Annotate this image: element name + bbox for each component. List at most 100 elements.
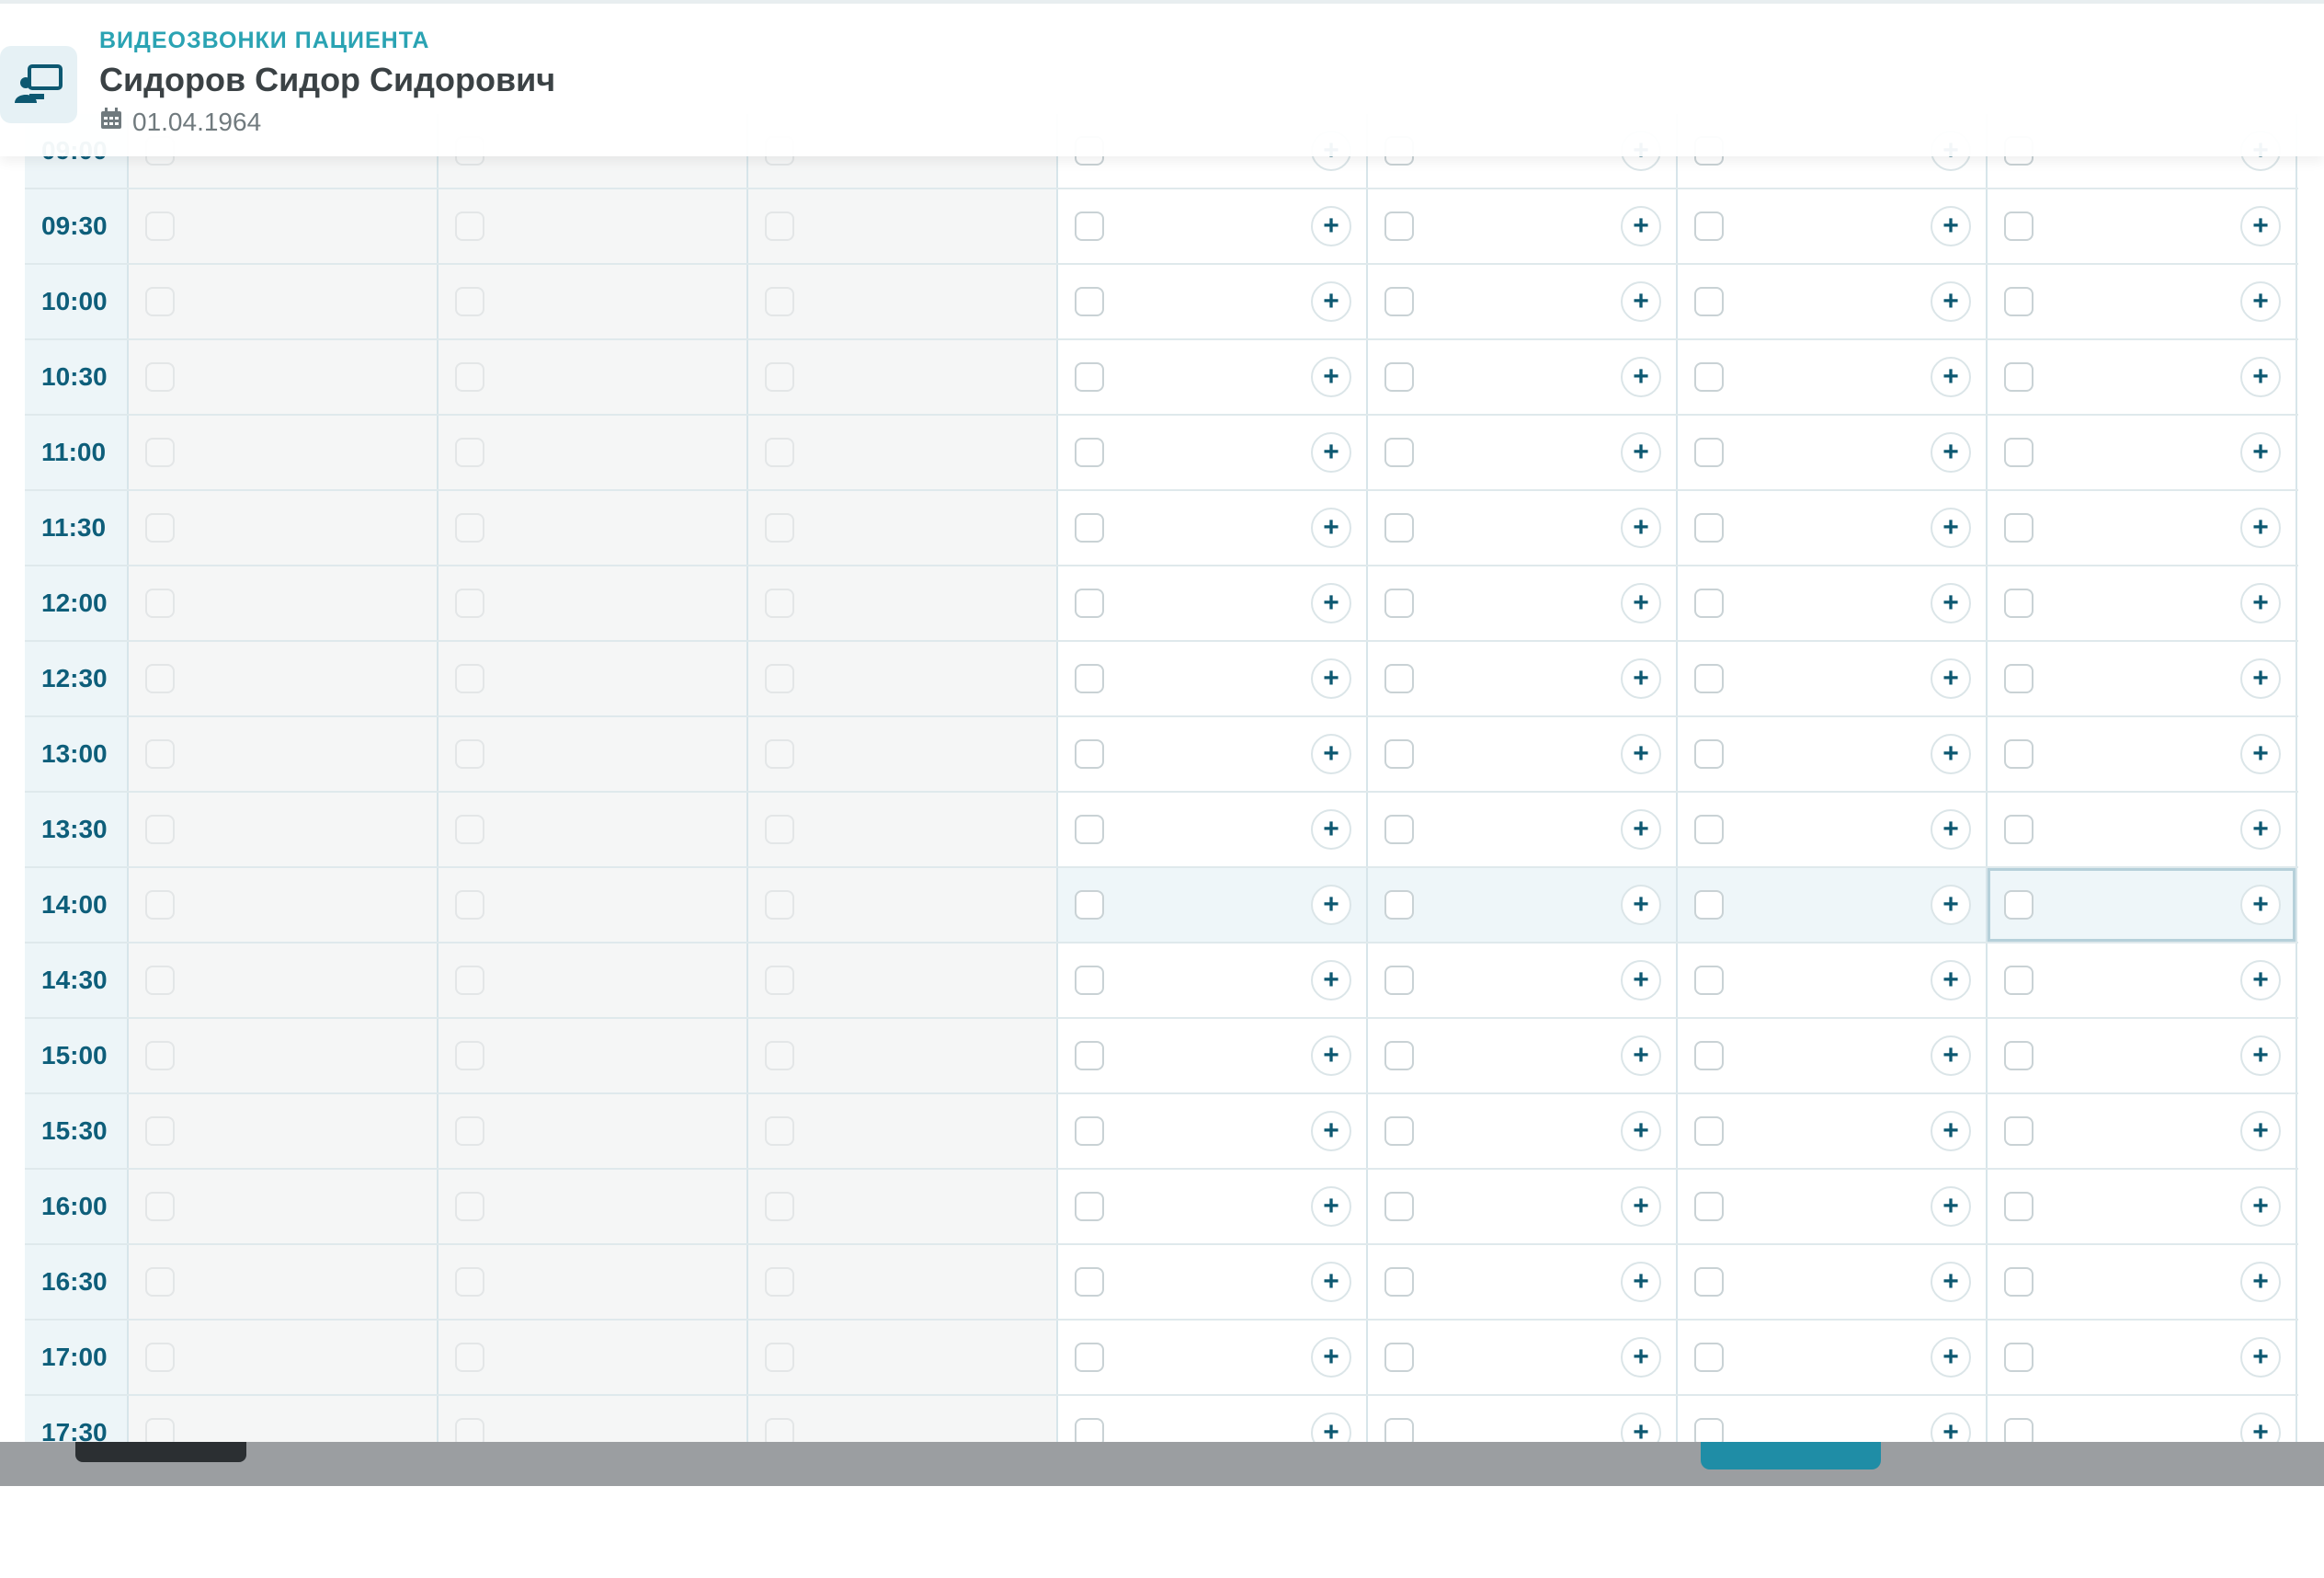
add-call-button[interactable]: + (1931, 658, 1971, 699)
slot-cell[interactable]: + (1988, 416, 2297, 489)
slot-cell[interactable]: + (1988, 265, 2297, 338)
add-call-button[interactable]: + (1931, 809, 1971, 850)
slot-cell[interactable]: + (1368, 868, 1678, 942)
slot-cell[interactable]: + (1058, 1094, 1368, 1168)
add-call-button[interactable]: + (1621, 809, 1661, 850)
slot-cell[interactable]: + (1368, 491, 1678, 565)
slot-cell[interactable]: + (1058, 566, 1368, 640)
slot-cell[interactable]: + (1058, 1321, 1368, 1394)
slot-checkbox[interactable] (1694, 1116, 1724, 1146)
slot-checkbox[interactable] (1075, 438, 1104, 467)
add-call-button[interactable]: + (1621, 658, 1661, 699)
schedule-scroll-area[interactable]: 09:00++++09:30++++10:00++++10:30++++11:0… (0, 0, 2324, 1442)
add-call-button[interactable]: + (1621, 508, 1661, 548)
slot-checkbox[interactable] (1694, 966, 1724, 995)
add-call-button[interactable]: + (1311, 1337, 1351, 1378)
slot-cell[interactable]: + (1678, 491, 1988, 565)
add-call-button[interactable]: + (2240, 658, 2281, 699)
slot-cell[interactable]: + (1058, 793, 1368, 866)
slot-cell[interactable]: + (1988, 1094, 2297, 1168)
slot-cell[interactable]: + (1678, 642, 1988, 715)
slot-cell[interactable]: + (1678, 793, 1988, 866)
slot-checkbox[interactable] (2004, 739, 2034, 769)
add-call-button[interactable]: + (1311, 508, 1351, 548)
slot-cell[interactable]: + (1058, 642, 1368, 715)
slot-checkbox[interactable] (1694, 890, 1724, 920)
slot-cell[interactable]: + (1368, 1170, 1678, 1243)
slot-checkbox[interactable] (1075, 815, 1104, 844)
add-call-button[interactable]: + (1931, 960, 1971, 1001)
slot-cell[interactable]: + (1678, 1170, 1988, 1243)
slot-cell[interactable]: + (1988, 1245, 2297, 1319)
slot-checkbox[interactable] (1075, 966, 1104, 995)
slot-checkbox[interactable] (1384, 815, 1414, 844)
add-call-button[interactable]: + (1931, 1111, 1971, 1151)
slot-cell[interactable]: + (1368, 265, 1678, 338)
slot-cell[interactable]: + (1368, 189, 1678, 263)
add-call-button[interactable]: + (1621, 1035, 1661, 1076)
add-call-button[interactable]: + (1311, 1111, 1351, 1151)
slot-cell[interactable]: + (1678, 189, 1988, 263)
slot-checkbox[interactable] (1694, 1343, 1724, 1372)
add-call-button[interactable]: + (1621, 281, 1661, 322)
slot-cell[interactable]: + (1988, 491, 2297, 565)
slot-cell[interactable]: + (1058, 1245, 1368, 1319)
add-call-button[interactable]: + (1931, 1035, 1971, 1076)
add-call-button[interactable]: + (1621, 734, 1661, 774)
add-call-button[interactable]: + (1931, 508, 1971, 548)
add-call-button[interactable]: + (1931, 1412, 1971, 1442)
add-call-button[interactable]: + (1621, 960, 1661, 1001)
slot-checkbox[interactable] (1694, 513, 1724, 543)
slot-cell[interactable]: + (1058, 189, 1368, 263)
add-call-button[interactable]: + (2240, 583, 2281, 623)
slot-cell[interactable]: + (1058, 1019, 1368, 1092)
slot-cell[interactable]: + (1058, 491, 1368, 565)
slot-cell[interactable]: + (1368, 1094, 1678, 1168)
add-call-button[interactable]: + (1621, 1186, 1661, 1227)
slot-checkbox[interactable] (1694, 287, 1724, 316)
add-call-button[interactable]: + (1931, 734, 1971, 774)
slot-checkbox[interactable] (1075, 1116, 1104, 1146)
add-call-button[interactable]: + (1931, 432, 1971, 473)
slot-cell[interactable]: + (1058, 265, 1368, 338)
add-call-button[interactable]: + (1311, 583, 1351, 623)
slot-cell[interactable]: + (1368, 340, 1678, 414)
slot-checkbox[interactable] (1384, 890, 1414, 920)
add-call-button[interactable]: + (1931, 1262, 1971, 1302)
slot-cell[interactable]: + (1058, 416, 1368, 489)
add-call-button[interactable]: + (1621, 1337, 1661, 1378)
slot-checkbox[interactable] (1694, 1041, 1724, 1070)
slot-checkbox[interactable] (2004, 1343, 2034, 1372)
add-call-button[interactable]: + (2240, 1035, 2281, 1076)
add-call-button[interactable]: + (1931, 281, 1971, 322)
slot-cell[interactable]: + (1368, 416, 1678, 489)
slot-cell[interactable]: + (1368, 793, 1678, 866)
slot-checkbox[interactable] (1384, 589, 1414, 618)
slot-cell[interactable]: + (1678, 1396, 1988, 1442)
slot-cell[interactable]: + (1988, 717, 2297, 791)
slot-checkbox[interactable] (2004, 1418, 2034, 1442)
slot-checkbox[interactable] (1384, 212, 1414, 241)
slot-checkbox[interactable] (1075, 664, 1104, 693)
slot-checkbox[interactable] (1694, 815, 1724, 844)
slot-checkbox[interactable] (1694, 362, 1724, 392)
slot-checkbox[interactable] (1384, 1267, 1414, 1297)
slot-checkbox[interactable] (2004, 589, 2034, 618)
slot-cell[interactable]: + (1058, 1396, 1368, 1442)
slot-checkbox[interactable] (2004, 287, 2034, 316)
slot-cell[interactable]: + (1988, 1019, 2297, 1092)
add-call-button[interactable]: + (2240, 1337, 2281, 1378)
add-call-button[interactable]: + (1311, 960, 1351, 1001)
add-call-button[interactable]: + (1311, 734, 1351, 774)
slot-checkbox[interactable] (1075, 1418, 1104, 1442)
slot-checkbox[interactable] (2004, 815, 2034, 844)
slot-cell[interactable]: + (1368, 1396, 1678, 1442)
slot-checkbox[interactable] (1384, 287, 1414, 316)
slot-checkbox[interactable] (1075, 287, 1104, 316)
add-call-button[interactable]: + (1621, 1262, 1661, 1302)
add-call-button[interactable]: + (2240, 432, 2281, 473)
slot-cell[interactable]: + (1988, 340, 2297, 414)
slot-checkbox[interactable] (1694, 438, 1724, 467)
add-call-button[interactable]: + (2240, 508, 2281, 548)
slot-checkbox[interactable] (1075, 1192, 1104, 1221)
